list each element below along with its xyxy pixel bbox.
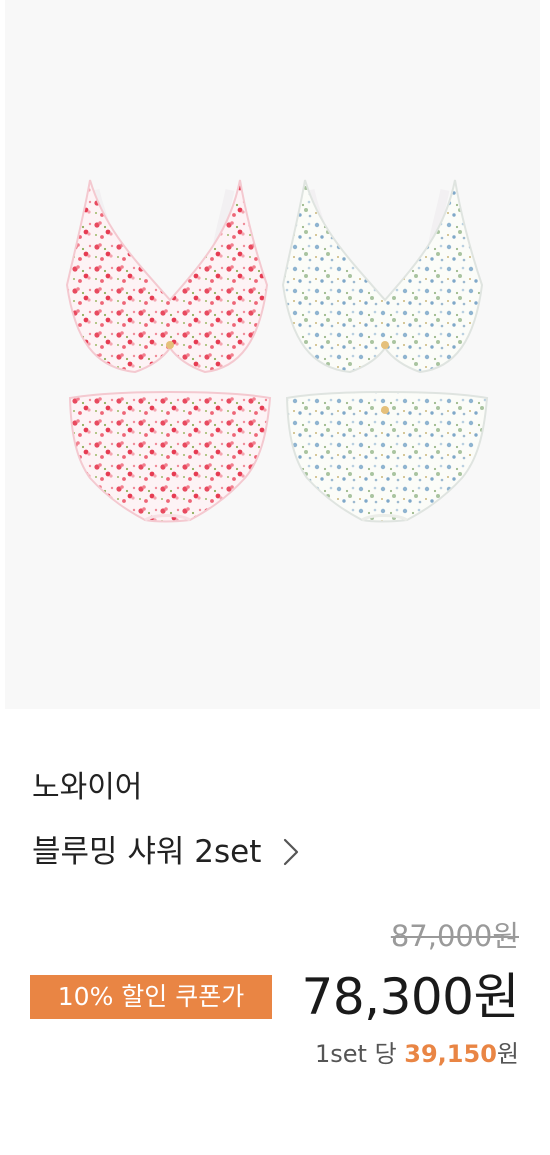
product-image[interactable] [5, 0, 540, 709]
per-set-value: 39,150 [404, 1040, 497, 1068]
per-set-prefix: 1set 당 [314, 1040, 405, 1068]
coupon-badge: 10% 할인 쿠폰가 [30, 975, 272, 1019]
blue-panty [285, 391, 489, 523]
original-price: 87,000원 [390, 919, 519, 953]
pink-panty [68, 391, 272, 523]
per-set-suffix: 원 [496, 1040, 519, 1068]
product-title: 블루밍 샤워 2set [32, 834, 262, 870]
pink-bra [65, 179, 269, 374]
blue-bra [281, 179, 484, 374]
chevron-right-icon [284, 838, 299, 866]
brand-label: 노와이어 [32, 770, 143, 805]
product-title-link[interactable]: 블루밍 샤워 2set [32, 830, 301, 874]
per-set-price: 1set 당 39,150원 [315, 1035, 519, 1073]
lingerie-set-illustration [65, 179, 489, 523]
sale-price: 78,300원 [301, 968, 520, 1026]
